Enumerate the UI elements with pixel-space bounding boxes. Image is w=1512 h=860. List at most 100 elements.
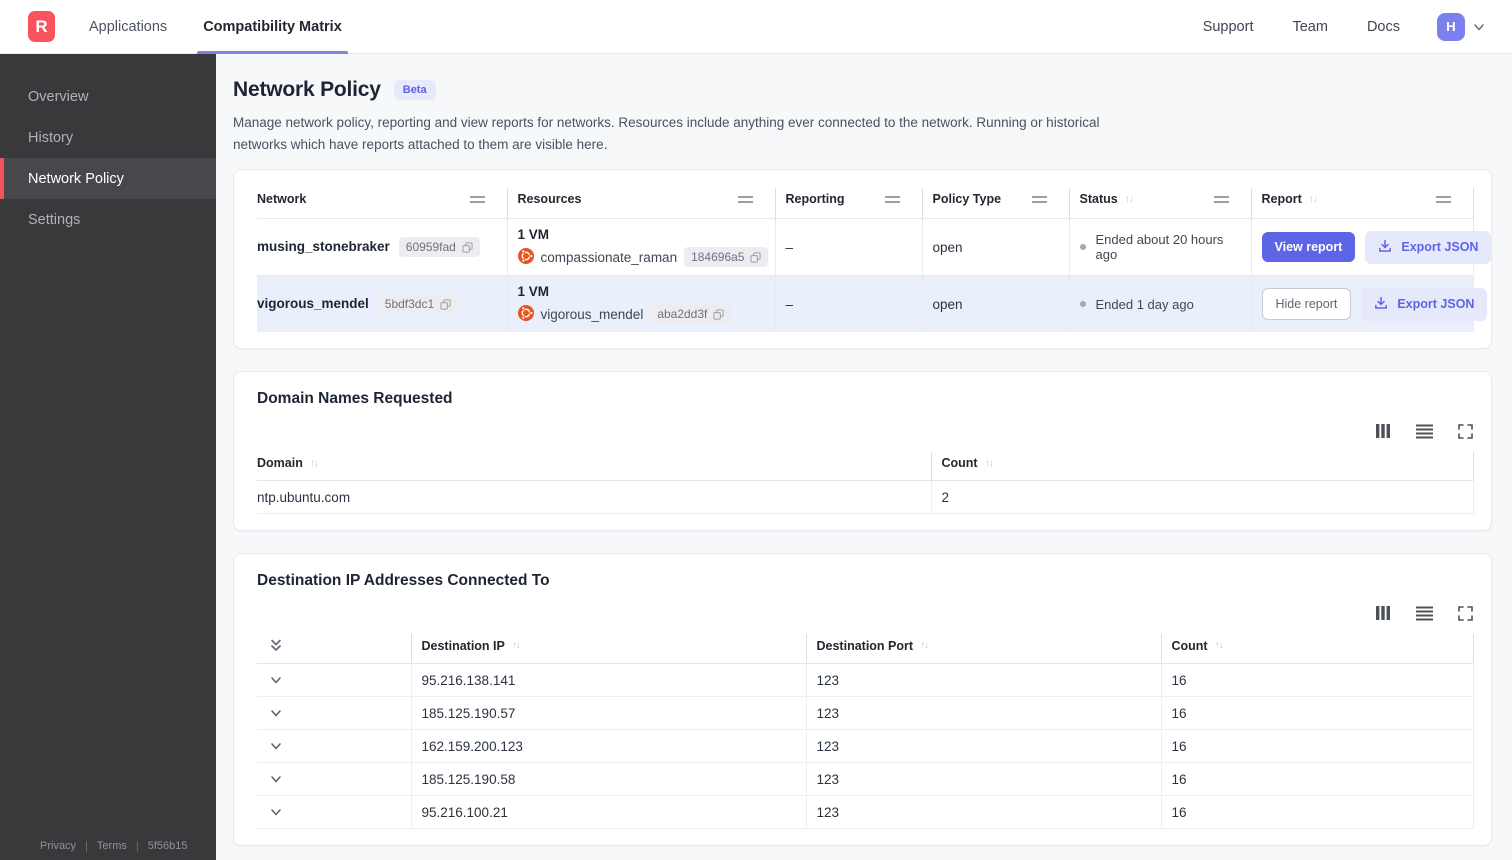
networks-header-row: Network Resources Reporting Policy Type … <box>257 188 1474 219</box>
main-content: Network Policy Beta Manage network polic… <box>216 54 1512 860</box>
sidebar-item-overview[interactable]: Overview <box>0 76 216 117</box>
terms-link[interactable]: Terms <box>97 840 127 852</box>
count-cell: 16 <box>1160 762 1474 797</box>
expander-cell <box>257 663 411 698</box>
expander-cell <box>257 696 411 731</box>
rows-icon[interactable] <box>1415 604 1433 622</box>
expander-cell <box>257 795 411 830</box>
sidebar-item-network-policy[interactable]: Network Policy <box>0 158 216 199</box>
expand-icon[interactable] <box>1456 604 1474 622</box>
sort-icon[interactable] <box>512 640 520 651</box>
copy-icon[interactable] <box>462 242 473 253</box>
destination-ip-cell: 95.216.138.141 <box>410 663 806 698</box>
copy-icon[interactable] <box>750 252 762 263</box>
networks-table: Network Resources Reporting Policy Type … <box>257 188 1492 333</box>
count-cell: 16 <box>1160 795 1474 830</box>
network-row: musing_stonebraker 60959fad 1 VM compassi… <box>257 218 1492 276</box>
vm-count: 1 VM <box>517 284 550 300</box>
column-header-count[interactable]: Count <box>930 452 1474 482</box>
column-header-reporting: Reporting <box>774 188 922 219</box>
destination-row: 185.125.190.58 123 16 <box>257 762 1474 797</box>
columns-icon[interactable] <box>1374 604 1392 622</box>
status-dot <box>1079 244 1086 251</box>
sort-icon[interactable] <box>985 458 993 469</box>
destination-port-cell: 123 <box>805 795 1161 830</box>
sort-icon[interactable] <box>1215 640 1223 651</box>
resources-cell: 1 VM vigorous_mendel aba2dd3f <box>506 275 775 333</box>
drag-handle-icon[interactable] <box>1213 195 1229 203</box>
sort-icon[interactable] <box>1125 194 1133 205</box>
column-header-count[interactable]: Count <box>1160 634 1474 665</box>
count-cell: 16 <box>1160 663 1474 698</box>
report-cell: View report Export JSON <box>1250 218 1492 276</box>
hide-report-button[interactable]: Hide report <box>1261 288 1352 321</box>
drag-handle-icon[interactable] <box>884 195 900 203</box>
destination-port-cell: 123 <box>805 729 1161 764</box>
sort-icon[interactable] <box>920 640 928 651</box>
sidebar-footer: Privacy | Terms | 5f56b15 <box>0 840 216 852</box>
double-chevron-down-icon[interactable] <box>269 638 283 653</box>
drag-handle-icon[interactable] <box>469 195 485 203</box>
copy-icon[interactable] <box>440 299 451 310</box>
expand-icon[interactable] <box>1456 422 1474 440</box>
page-description: Manage network policy, reporting and vie… <box>233 115 1100 152</box>
rows-icon[interactable] <box>1415 422 1433 440</box>
column-header-domain[interactable]: Domain <box>257 452 931 482</box>
chevron-down-icon[interactable] <box>269 673 283 687</box>
chevron-down-icon[interactable] <box>269 772 283 786</box>
status-cell: Ended about 20 hours ago <box>1068 218 1251 276</box>
status-cell: Ended 1 day ago <box>1068 275 1251 333</box>
sort-icon[interactable] <box>310 458 318 469</box>
destination-row: 185.125.190.57 123 16 <box>257 696 1474 731</box>
nav-link-docs[interactable]: Docs <box>1367 19 1400 35</box>
column-header-destination-port[interactable]: Destination Port <box>805 634 1161 665</box>
privacy-link[interactable]: Privacy <box>40 840 76 852</box>
domains-card-title: Domain Names Requested <box>257 390 453 408</box>
sidebar-item-settings[interactable]: Settings <box>0 199 216 240</box>
destination-port-cell: 123 <box>805 762 1161 797</box>
app-logo[interactable]: R <box>28 11 55 42</box>
user-avatar[interactable]: H <box>1437 12 1465 41</box>
destination-ip-cell: 185.125.190.58 <box>410 762 806 797</box>
nav-link-support[interactable]: Support <box>1203 19 1254 35</box>
destination-row: 162.159.200.123 123 16 <box>257 729 1474 764</box>
chevron-down-icon[interactable] <box>269 805 283 819</box>
destination-row: 95.216.138.141 123 16 <box>257 663 1474 698</box>
columns-icon[interactable] <box>1374 422 1392 440</box>
column-header-network: Network <box>257 188 507 219</box>
destination-port-cell: 123 <box>805 663 1161 698</box>
network-id-badge: 5bdf3dc1 <box>377 294 459 315</box>
column-header-destination-ip[interactable]: Destination IP <box>410 634 806 665</box>
column-header-status[interactable]: Status <box>1068 188 1251 219</box>
view-report-button[interactable]: View report <box>1261 232 1356 263</box>
resources-cell: 1 VM compassionate_raman 184696a5 <box>506 218 775 276</box>
domains-card: Domain Names Requested Domain Count ntp.… <box>233 371 1492 532</box>
destinations-card: Destination IP Addresses Connected To De… <box>233 553 1492 847</box>
tab-applications[interactable]: Applications <box>89 0 167 54</box>
drag-handle-icon[interactable] <box>737 195 753 203</box>
copy-icon[interactable] <box>713 309 724 320</box>
ubuntu-icon <box>517 304 534 324</box>
tab-compatibility-matrix[interactable]: Compatibility Matrix <box>197 0 348 54</box>
network-cell: vigorous_mendel 5bdf3dc1 <box>257 275 507 333</box>
drag-handle-icon[interactable] <box>1031 195 1047 203</box>
export-json-button[interactable]: Export JSON <box>1361 287 1488 321</box>
domains-header-row: Domain Count <box>257 452 1474 482</box>
policy-type-cell: open <box>921 218 1069 276</box>
destination-ip-cell: 162.159.200.123 <box>410 729 806 764</box>
chevron-down-icon[interactable] <box>1472 20 1486 34</box>
resource-name: vigorous_mendel <box>540 306 644 322</box>
domains-table: Domain Count ntp.ubuntu.com 2 <box>257 452 1474 515</box>
chevron-down-icon[interactable] <box>269 706 283 720</box>
destinations-card-title: Destination IP Addresses Connected To <box>257 572 550 590</box>
network-id-badge: 60959fad <box>398 237 480 258</box>
sidebar-item-history[interactable]: History <box>0 117 216 158</box>
export-json-button[interactable]: Export JSON <box>1365 230 1492 264</box>
count-cell: 2 <box>930 480 1474 515</box>
chevron-down-icon[interactable] <box>269 739 283 753</box>
column-header-report[interactable]: Report <box>1250 188 1474 219</box>
resource-name: compassionate_raman <box>540 249 678 265</box>
sort-icon[interactable] <box>1309 194 1317 205</box>
nav-link-team[interactable]: Team <box>1292 19 1327 35</box>
drag-handle-icon[interactable] <box>1436 195 1451 203</box>
